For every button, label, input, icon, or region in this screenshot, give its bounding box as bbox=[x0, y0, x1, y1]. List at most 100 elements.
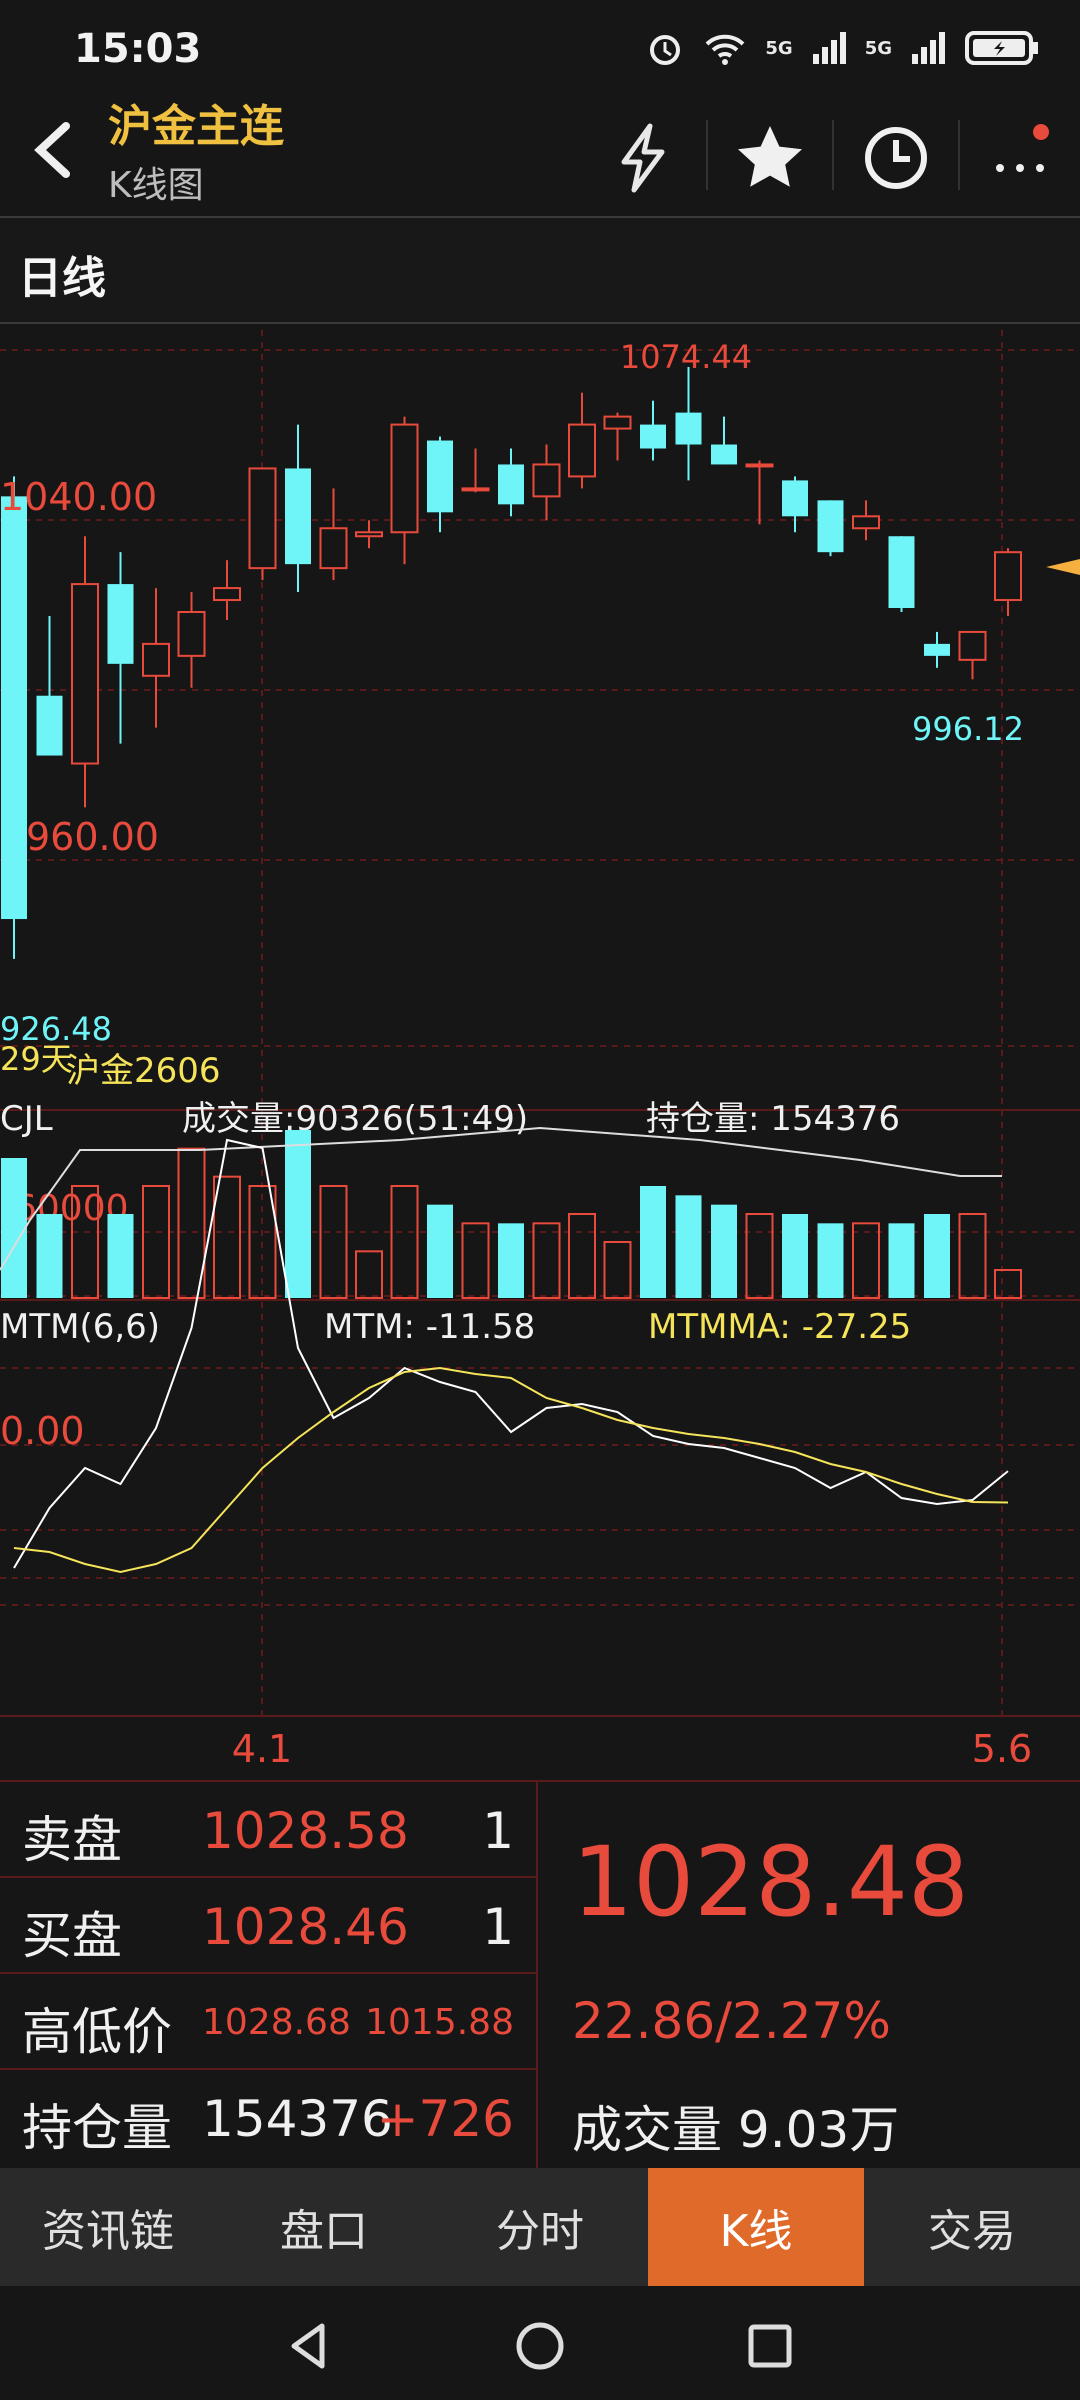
buy-price: 1028.46 bbox=[202, 1898, 409, 1956]
contract-label: 沪金2606 bbox=[66, 1051, 221, 1091]
candle-up bbox=[248, 467, 277, 570]
bottom-tabs: 资讯链 盘口 分时 K线 交易 bbox=[0, 2168, 1080, 2286]
candle-down bbox=[782, 480, 808, 517]
mtmma-line bbox=[13, 1366, 1009, 1574]
x-label-end: 5.6 bbox=[972, 1727, 1032, 1762]
candle-up bbox=[852, 515, 880, 530]
open-interest-text: 持仓量: 154376 bbox=[646, 1099, 900, 1139]
volume-bar-up bbox=[142, 1185, 170, 1299]
status-time: 15:03 bbox=[74, 26, 202, 72]
candle-up bbox=[177, 610, 206, 657]
price-change: 22.86/2.27% bbox=[572, 1992, 891, 2050]
mtm-line bbox=[13, 1138, 1009, 1569]
candle-down bbox=[36, 695, 63, 756]
candle-up bbox=[390, 423, 419, 534]
mtm-value-text: MTM: -11.58 bbox=[324, 1307, 535, 1347]
volume-bar-down bbox=[675, 1195, 702, 1298]
nav-recents-icon[interactable] bbox=[740, 2316, 800, 2376]
open-interest-row: 持仓量 154376 +726 bbox=[0, 2070, 536, 2164]
volume-bar-down bbox=[1, 1158, 27, 1298]
volume-value: 9.03万 bbox=[737, 2101, 900, 2159]
volume-bar-up bbox=[461, 1222, 490, 1300]
buy-row: 买盘 1028.46 1 bbox=[0, 1878, 536, 1974]
candle-up bbox=[319, 527, 348, 570]
candle-down bbox=[711, 444, 737, 465]
system-navbar bbox=[0, 2286, 1080, 2400]
volume-bar-up bbox=[958, 1213, 987, 1299]
mtm-title: MTM(6,6) bbox=[0, 1307, 160, 1347]
more-icon[interactable] bbox=[980, 118, 1060, 198]
candle-down bbox=[817, 500, 844, 553]
mtmma-value-text: MTMMA: -27.25 bbox=[648, 1307, 911, 1347]
lightning-icon[interactable] bbox=[604, 118, 684, 198]
candle-down bbox=[1, 496, 27, 920]
alarm-icon bbox=[650, 35, 681, 65]
nav-home-icon[interactable] bbox=[510, 2316, 570, 2376]
back-arrow-icon[interactable] bbox=[22, 120, 82, 180]
candle-up bbox=[568, 423, 596, 478]
days-label: 29天 bbox=[0, 1040, 73, 1078]
volume-bar-down bbox=[498, 1223, 524, 1298]
tab-intraday[interactable]: 分时 bbox=[432, 2168, 648, 2286]
candle-up bbox=[213, 587, 241, 602]
volume-bar-up bbox=[355, 1250, 383, 1300]
candle-up bbox=[71, 583, 99, 765]
clock-icon[interactable] bbox=[856, 118, 936, 198]
high-label: 1074.44 bbox=[620, 338, 752, 376]
sell-label: 卖盘 bbox=[22, 1811, 122, 1869]
candle-up bbox=[532, 463, 561, 498]
kline-chart[interactable]: 1040.00960.001074.44996.12926.4829天沪金260… bbox=[0, 322, 1080, 1762]
toolbar-divider bbox=[832, 120, 834, 190]
volume-bar-down bbox=[924, 1214, 950, 1298]
candle-up bbox=[603, 415, 632, 430]
volume-bar-up bbox=[745, 1213, 774, 1299]
candle-up bbox=[958, 630, 987, 661]
volume-bar-down bbox=[36, 1214, 63, 1298]
open-interest-value: 154376 bbox=[202, 2090, 393, 2148]
period-selector[interactable]: 日线 bbox=[0, 216, 1080, 324]
toolbar-divider bbox=[706, 120, 708, 190]
volume-bar-up bbox=[319, 1185, 348, 1299]
candle-down bbox=[107, 584, 134, 664]
status-icons: 5G 5G bbox=[645, 28, 1040, 68]
volume-bar-up bbox=[390, 1185, 419, 1299]
volume-bar-down bbox=[711, 1204, 737, 1298]
candle-up bbox=[745, 463, 774, 468]
candle-up bbox=[142, 642, 170, 677]
price-axis-mid: 960.00 bbox=[26, 815, 159, 859]
volume-bar-down bbox=[107, 1214, 134, 1298]
volume-bar-down bbox=[817, 1223, 844, 1298]
low-label: 996.12 bbox=[912, 710, 1024, 748]
toolbar-divider bbox=[958, 120, 960, 190]
volume-bar-up bbox=[213, 1175, 241, 1299]
volume-bar-down bbox=[427, 1204, 453, 1298]
volume-title: CJL bbox=[0, 1099, 53, 1139]
volume-bar-down bbox=[888, 1223, 915, 1298]
high-price: 1028.68 bbox=[202, 2002, 351, 2043]
tab-news[interactable]: 资讯链 bbox=[0, 2168, 216, 2286]
tab-trade[interactable]: 交易 bbox=[864, 2168, 1080, 2286]
battery-icon bbox=[965, 31, 1038, 65]
open-interest-change: +726 bbox=[376, 2090, 514, 2148]
volume-bar-down bbox=[285, 1130, 311, 1298]
high-low-row: 高低价 1028.68 1015.88 bbox=[0, 1974, 536, 2070]
candle-down bbox=[888, 536, 915, 609]
star-icon[interactable] bbox=[730, 118, 810, 198]
quote-divider bbox=[536, 1782, 538, 2168]
period-label: 日线 bbox=[18, 253, 106, 304]
signal-bars-icon bbox=[912, 32, 945, 64]
price-axis-top: 1040.00 bbox=[0, 475, 157, 519]
tab-orderbook[interactable]: 盘口 bbox=[216, 2168, 432, 2286]
high-low-label: 高低价 bbox=[22, 2003, 172, 2061]
buy-qty: 1 bbox=[482, 1898, 514, 1956]
buy-label: 买盘 bbox=[22, 1907, 122, 1965]
tab-kline[interactable]: K线 bbox=[648, 2168, 864, 2286]
status-bar: 15:03 5G 5G bbox=[0, 0, 1080, 100]
nav-back-icon[interactable] bbox=[280, 2316, 340, 2376]
total-volume: 成交量 9.03万 bbox=[572, 2090, 899, 2162]
volume-bar-up bbox=[568, 1213, 596, 1299]
candle-up bbox=[461, 487, 490, 492]
candle-down bbox=[427, 440, 453, 513]
signal-5g-2: 5G bbox=[864, 37, 892, 59]
low-price: 1015.88 bbox=[365, 2002, 514, 2043]
